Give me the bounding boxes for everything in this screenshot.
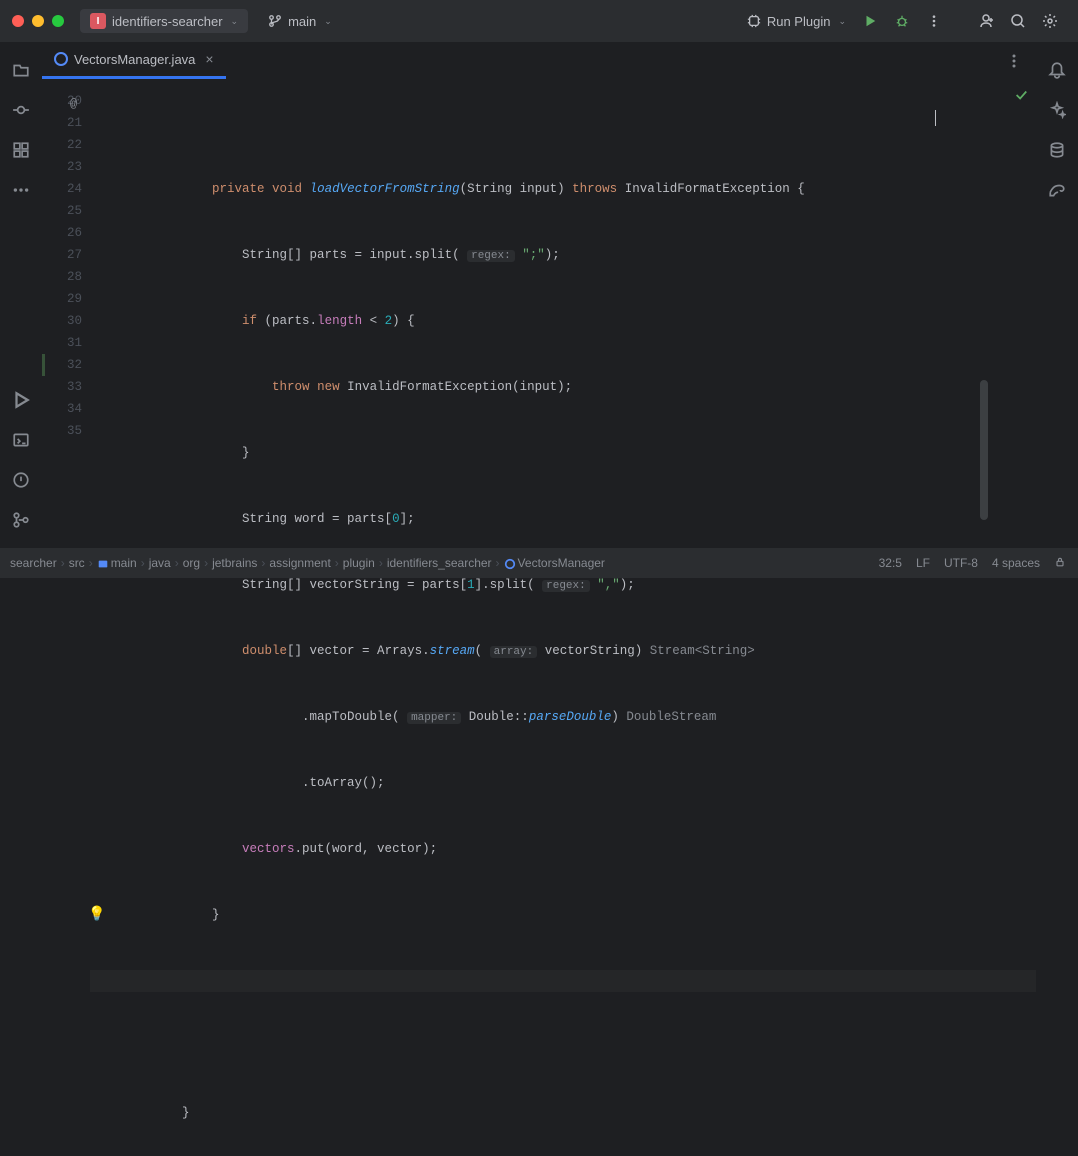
line-separator[interactable]: LF [916,556,930,570]
close-tab-button[interactable]: × [205,51,213,67]
text-cursor [935,110,936,126]
tab-actions-button[interactable] [1002,49,1026,73]
project-selector[interactable]: I identifiers-searcher ⌄ [80,9,248,33]
line-gutter: 20@ 21 22 23 24 25 26 27 28 29 30 31 32 … [42,80,90,548]
chevron-down-icon: ⌄ [838,16,846,27]
chevron-down-icon: ⌄ [324,16,332,27]
gradle-tool-button[interactable] [1045,178,1069,202]
settings-button[interactable] [1034,5,1066,37]
version-control-tool-button[interactable] [9,508,33,532]
problems-tool-button[interactable] [9,468,33,492]
inspection-ok-icon[interactable] [1014,88,1028,110]
title-bar: I identifiers-searcher ⌄ main ⌄ Run Plug… [0,0,1078,42]
breadcrumb-item[interactable]: assignment [269,556,330,570]
editor-tabs: VectorsManager.java × [42,42,1036,80]
tab-vectorsmanager[interactable]: VectorsManager.java × [42,42,226,79]
editor-scrollbar[interactable] [980,380,988,520]
branch-icon [268,14,282,28]
intention-bulb-icon[interactable]: 💡 [88,904,105,926]
navigation-breadcrumb: searcher› src› main› java› org› jetbrain… [10,556,879,570]
right-tool-rail [1036,42,1078,548]
plugin-icon [747,14,761,28]
readonly-toggle[interactable] [1054,556,1068,571]
run-configuration-selector[interactable]: Run Plugin ⌄ [739,10,854,33]
breadcrumb-item[interactable]: VectorsManager [504,556,605,570]
breadcrumb-item[interactable]: java [149,556,171,570]
breadcrumb-item[interactable]: jetbrains [212,556,257,570]
project-name: identifiers-searcher [112,14,223,29]
close-window-button[interactable] [12,15,24,27]
maximize-window-button[interactable] [52,15,64,27]
status-bar: searcher› src› main› java› org› jetbrain… [0,548,1078,578]
project-icon: I [90,13,106,29]
tab-filename: VectorsManager.java [74,52,195,67]
breadcrumb-item[interactable]: plugin [343,556,375,570]
branch-name: main [288,14,316,29]
breadcrumb-item[interactable]: src [69,556,85,570]
structure-tool-button[interactable] [9,138,33,162]
ai-assistant-tool-button[interactable] [1045,98,1069,122]
indent-setting[interactable]: 4 spaces [992,556,1040,570]
java-class-icon [54,52,68,66]
file-encoding[interactable]: UTF-8 [944,556,978,570]
code-editor[interactable]: 20@ 21 22 23 24 25 26 27 28 29 30 31 32 … [42,80,1036,548]
git-branch-selector[interactable]: main ⌄ [260,10,340,33]
run-config-label: Run Plugin [767,14,831,29]
code-with-me-button[interactable] [970,5,1002,37]
search-everywhere-button[interactable] [1002,5,1034,37]
run-button[interactable] [854,5,886,37]
breadcrumb-item[interactable]: searcher [10,556,57,570]
debug-button[interactable] [886,5,918,37]
database-tool-button[interactable] [1045,138,1069,162]
breadcrumb-item[interactable]: identifiers_searcher [387,556,492,570]
more-actions-button[interactable] [918,5,950,37]
breadcrumb-item[interactable]: org [183,556,200,570]
minimize-window-button[interactable] [32,15,44,27]
window-controls [12,15,64,27]
left-tool-rail [0,42,42,548]
code-content[interactable]: private void loadVectorFromString(String… [90,80,1036,548]
services-tool-button[interactable] [9,388,33,412]
chevron-down-icon: ⌄ [231,16,239,27]
breadcrumb-item[interactable]: main [97,556,137,570]
project-tool-button[interactable] [9,58,33,82]
commit-tool-button[interactable] [9,98,33,122]
terminal-tool-button[interactable] [9,428,33,452]
caret-position[interactable]: 32:5 [879,556,902,570]
more-tool-windows-button[interactable] [9,178,33,202]
notifications-tool-button[interactable] [1045,58,1069,82]
